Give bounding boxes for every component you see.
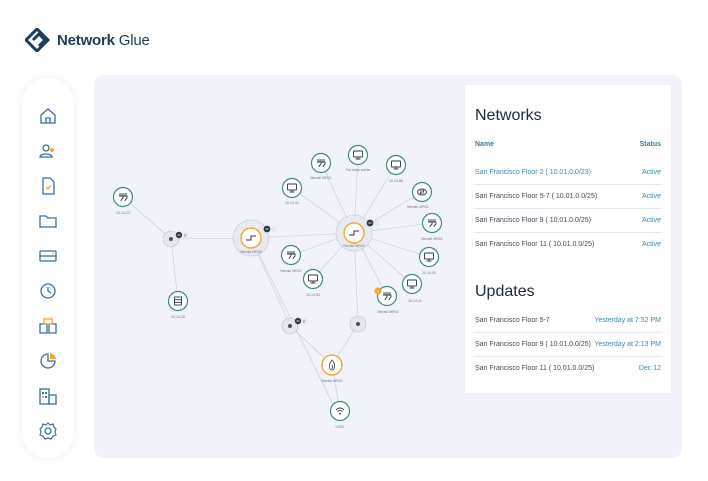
node-label: Meraki MR42 [377,310,398,314]
wifi-node[interactable]: US87 [329,400,351,430]
node-label: Meraki MR42 [280,269,301,273]
update-name: San Francisco Floor 9 ( 10.01.0.0/25) [475,341,591,348]
node-label: Meraki MR42 [310,176,331,180]
document-icon[interactable] [38,176,58,196]
network-name[interactable]: San Francisco Floor 11 ( 10.01.0.0/25) [475,241,594,248]
pie-chart-icon[interactable] [38,351,58,371]
switch-node[interactable]: Meraki MR42 [232,219,277,257]
update-name: San Francisco Floor 5-7 [475,317,550,324]
network-name-link[interactable]: San Francisco Floor 2 ( 10.01.0.0/23) [475,169,591,176]
network-status: Active [641,217,661,224]
device-node-monitor[interactable]: Fat shop works [346,144,371,173]
device-node-monitor[interactable]: 10.14.41 [401,273,423,304]
node-label: Meraki MR42 [240,250,261,254]
device-node-plug[interactable]: Meraki MR42 [310,152,332,181]
network-status: Active [641,241,661,248]
node-label: Meraki MR42 [343,244,364,248]
users-icon[interactable] [38,141,58,161]
update-time: Dec 12 [638,365,661,372]
node-label: 10.14.41 [285,201,299,205]
network-row[interactable]: San Francisco Floor 9 ( 10.01.0.0/25) Ac… [475,209,661,233]
network-row[interactable]: San Francisco Floor 2 ( 10.01.0.0/23) Ac… [475,161,661,185]
node-label: 10.14.00 [422,271,436,275]
switch-node[interactable]: Meraki MR42 [335,214,380,252]
update-time: Yesterday at 7:52 PM [594,317,661,324]
network-name[interactable]: San Francisco Floor 9 ( 10.01.0.0/25) [475,217,591,224]
device-node-router[interactable]: Meraki MR42 [407,181,433,210]
node-label: Meraki MR42 [407,205,428,209]
firewall-node[interactable]: Meraki MR42 [321,354,343,383]
update-row[interactable]: San Francisco Floor 11 ( 10.01.0.0/25) D… [475,357,661,381]
node-label: Meraki MR42 [421,237,442,241]
info-panel: Networks Name Status San Francisco Floor… [465,85,671,393]
node-label: Fat shop works [346,168,371,172]
alert-badge: ! [377,289,378,294]
building-icon[interactable] [38,386,58,406]
device-node-monitor[interactable]: 10.14.54 [302,268,324,298]
node-label: 10.14.86 [389,179,403,183]
updates-title: Updates [475,283,535,300]
boxes-icon[interactable] [38,316,58,336]
graph-edges [122,154,433,412]
column-header-status[interactable]: Status [640,141,661,148]
network-status: Active [641,193,661,200]
brand-name: Network Glue [57,31,150,49]
node-label: 10.14.54 [306,293,320,297]
network-name[interactable]: San Francisco Floor 5-7 ( 10.01.0.0/25) [475,193,597,200]
server-icon[interactable] [38,246,58,266]
node-label: 10.14.26 [171,315,185,319]
update-row[interactable]: San Francisco Floor 9 ( 10.01.0.0/25) Ye… [475,333,661,357]
node-label: US87 [336,425,345,429]
device-node-plug[interactable]: Meraki MR42 [421,212,443,242]
update-row[interactable]: San Francisco Floor 5-7 Yesterday at 7:5… [475,309,661,333]
clock-icon[interactable] [38,281,58,301]
update-name: San Francisco Floor 11 ( 10.01.0.0/25) [475,365,595,372]
device-node-plug-alert[interactable]: ! Meraki MR42 [374,285,399,315]
node-label: 10.14.23 [116,211,130,215]
node-label: Meraki MR42 [321,379,342,383]
folder-icon[interactable] [38,211,58,231]
network-status: Active [641,169,661,176]
hub-node[interactable]: 2 [281,317,307,335]
device-node-plug[interactable]: 10.14.23 [112,186,134,216]
device-node-monitor[interactable]: 10.14.86 [385,154,407,184]
networks-title: Networks [475,107,542,124]
sidebar [22,78,74,458]
device-node-plug[interactable]: Meraki MR42 [280,244,302,274]
network-row[interactable]: San Francisco Floor 5-7 ( 10.01.0.0/25) … [475,185,661,209]
network-glue-logo-icon [25,28,51,52]
update-time: Yesterday at 2:13 PM [594,341,661,348]
column-header-name[interactable]: Name [475,141,494,148]
device-node-monitor[interactable]: 10.14.00 [418,246,440,276]
hub-node[interactable] [349,315,367,333]
device-node-server[interactable]: 10.14.26 [167,290,189,320]
settings-icon[interactable] [38,421,58,441]
home-icon[interactable] [38,106,58,126]
node-label: 10.14.41 [408,299,422,303]
network-row[interactable]: San Francisco Floor 11 ( 10.01.0.0/25) A… [475,233,661,257]
device-node-monitor[interactable]: 10.14.41 [281,177,303,206]
brand-logo[interactable]: Network Glue [25,28,150,52]
